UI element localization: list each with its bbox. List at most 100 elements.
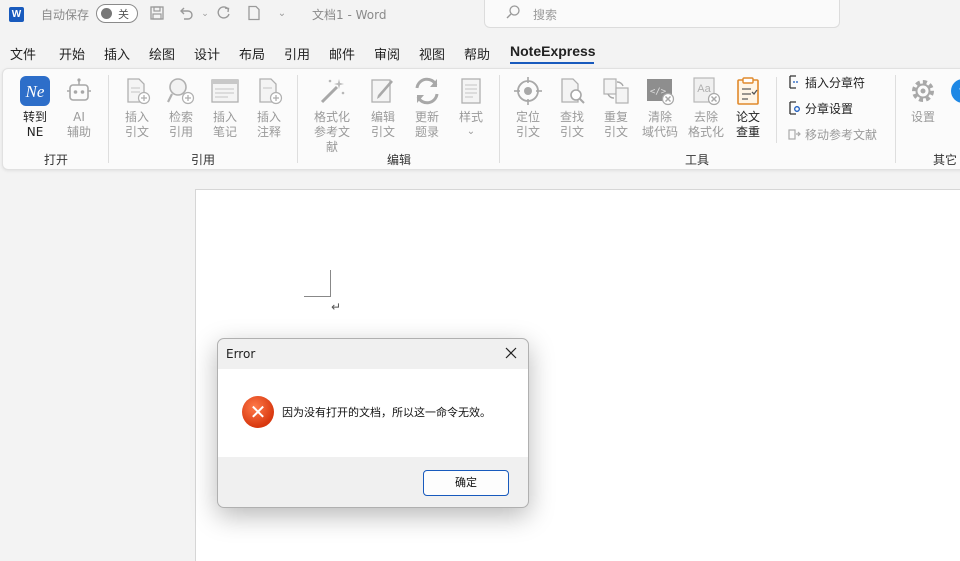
chapter-settings-icon [787, 101, 801, 115]
insert-cite-button[interactable]: 插入 引文 [117, 75, 157, 140]
style-button[interactable]: 样式 ⌄ [451, 75, 491, 137]
tab-mailings[interactable]: 邮件 [329, 44, 355, 63]
tab-help[interactable]: 帮助 [464, 44, 490, 63]
code-clear-icon: </> [644, 75, 676, 107]
svg-text:Aa: Aa [697, 83, 711, 95]
customize-icon[interactable]: ⌄ [273, 5, 291, 23]
word-logo-icon: W [9, 7, 24, 22]
margin-corner-mark [304, 296, 331, 297]
insert-note-label: 插入 笔记 [212, 110, 237, 139]
active-tab-underline [510, 62, 594, 64]
duplicate-cite-button[interactable]: 重复 引文 [596, 75, 636, 140]
move-refs-label: 移动参考文献 [805, 128, 878, 142]
magic-wand-icon [316, 75, 348, 107]
duplicate-documents-icon [600, 75, 632, 107]
error-dialog: Error ✕ 因为没有打开的文档，所以这一命令无效。 确定 [217, 338, 529, 508]
ribbon: Ne 转到 NE AI 辅助 打开 插入 引文 检索 引用 插入 笔记 插入 注… [2, 68, 960, 170]
autosave-label: 自动保存 [41, 8, 90, 22]
search-cite-label: 检索 引用 [168, 110, 193, 139]
new-doc-icon[interactable] [245, 5, 263, 23]
remove-format-label: 去除 格式化 [687, 110, 724, 139]
ai-assist-label: AI 辅助 [66, 110, 91, 139]
format-refs-button[interactable]: 格式化 参考文献 [309, 75, 355, 155]
tab-file[interactable]: 文件 [10, 44, 36, 63]
chapter-settings-label: 分章设置 [805, 102, 854, 116]
style-document-icon [455, 75, 487, 107]
paper-check-label: 论文 查重 [735, 110, 760, 139]
ok-button[interactable]: 确定 [423, 470, 509, 496]
tab-draw[interactable]: 绘图 [149, 44, 175, 63]
group-separator [776, 77, 777, 143]
error-icon: ✕ [242, 396, 274, 428]
tab-noteexpress[interactable]: NoteExpress [510, 43, 596, 59]
autosave-toggle[interactable]: 关 [96, 4, 138, 23]
insert-annotation-button[interactable]: 插入 注释 [249, 75, 289, 140]
locate-cite-button[interactable]: 定位 引文 [508, 75, 548, 140]
goto-ne-button[interactable]: Ne 转到 NE [15, 75, 55, 140]
tab-view[interactable]: 视图 [419, 44, 445, 63]
search-placeholder: 搜索 [533, 8, 558, 22]
insert-note-button[interactable]: 插入 笔记 [205, 75, 245, 140]
find-cite-button[interactable]: 查找 引文 [552, 75, 592, 140]
toggle-knob [101, 8, 112, 19]
insert-annotation-label: 插入 注释 [256, 110, 281, 139]
insert-cite-label: 插入 引文 [124, 110, 149, 139]
insert-document-icon [121, 75, 153, 107]
tab-layout[interactable]: 布局 [239, 44, 265, 63]
menu-bar: 文件 开始 插入 绘图 设计 布局 引用 邮件 审阅 视图 帮助 NoteExp… [0, 40, 960, 66]
title-bar: W 自动保存 关 ⌄ ⌄ 文档1 - Word 搜索 [0, 0, 960, 30]
tab-design[interactable]: 设计 [194, 44, 220, 63]
style-label: 样式 [458, 110, 483, 124]
settings-button[interactable]: 设置 [903, 75, 943, 125]
dialog-title: Error [226, 347, 256, 361]
edit-cite-button[interactable]: 编辑 引文 [363, 75, 403, 140]
locate-cite-label: 定位 引文 [515, 110, 540, 139]
move-refs-button[interactable]: 移动参考文献 [787, 126, 877, 144]
format-refs-label: 格式化 参考文献 [313, 110, 350, 154]
move-refs-icon [787, 127, 801, 141]
clear-field-code-label: 清除 域代码 [641, 110, 678, 139]
clear-field-code-button[interactable]: </> 清除 域代码 [640, 75, 680, 140]
chapter-settings-button[interactable]: 分章设置 [787, 100, 853, 118]
update-bib-button[interactable]: 更新 题录 [407, 75, 447, 140]
autosave-state: 关 [118, 8, 129, 21]
insert-chapter-break-label: 插入分章符 [805, 76, 866, 90]
dialog-body: ✕ 因为没有打开的文档，所以这一命令无效。 [218, 369, 528, 457]
close-button[interactable] [500, 343, 522, 365]
group-open-label: 打开 [44, 153, 69, 167]
redo-icon[interactable] [215, 5, 233, 23]
insert-chapter-break-button[interactable]: 插入分章符 [787, 74, 865, 92]
tab-references[interactable]: 引用 [284, 44, 310, 63]
tab-insert[interactable]: 插入 [104, 44, 130, 63]
svg-text:Ne: Ne [25, 82, 45, 101]
target-icon [512, 75, 544, 107]
magnifier-add-icon [165, 75, 197, 107]
group-edit-label: 编辑 [387, 153, 412, 167]
group-separator [108, 75, 109, 163]
chevron-down-icon: ⌄ [466, 126, 476, 137]
clipboard-check-icon [732, 75, 764, 107]
find-cite-label: 查找 引文 [559, 110, 584, 139]
search-box[interactable]: 搜索 [484, 0, 840, 28]
ai-assist-button[interactable]: AI 辅助 [59, 75, 99, 140]
refresh-icon [411, 75, 443, 107]
help-button[interactable]: ? [947, 75, 960, 107]
group-separator [895, 75, 896, 163]
help-icon: ? [947, 75, 960, 107]
undo-icon[interactable] [177, 5, 195, 23]
save-icon[interactable] [148, 5, 166, 23]
annotation-add-icon [253, 75, 285, 107]
settings-label: 设置 [910, 110, 935, 124]
undo-dropdown-icon[interactable]: ⌄ [196, 5, 214, 23]
tab-review[interactable]: 审阅 [374, 44, 400, 63]
search-icon [505, 4, 521, 24]
remove-format-button[interactable]: Aa 去除 格式化 [684, 75, 728, 140]
error-message: 因为没有打开的文档，所以这一命令无效。 [282, 406, 491, 419]
goto-ne-label: 转到 NE [22, 110, 47, 139]
search-cite-button[interactable]: 检索 引用 [161, 75, 201, 140]
duplicate-cite-label: 重复 引文 [603, 110, 628, 139]
tab-home[interactable]: 开始 [59, 44, 85, 63]
document-title: 文档1 - Word [312, 8, 387, 22]
find-document-icon [556, 75, 588, 107]
paper-check-button[interactable]: 论文 查重 [728, 75, 768, 140]
